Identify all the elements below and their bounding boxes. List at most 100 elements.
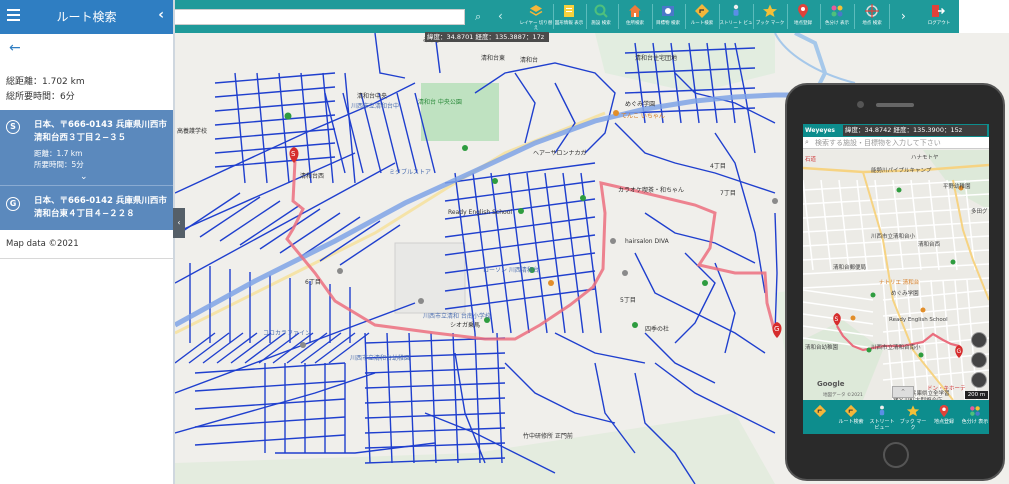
route-sign-icon	[844, 403, 858, 418]
search-input[interactable]	[173, 9, 465, 25]
total-distance: 総距離：1.702 km	[6, 77, 85, 87]
start-distance: 距離：1.7 km	[34, 149, 83, 158]
top-toolbar: ⌕ ‹ レイヤー 切り替え 図形情報 表示 施設 検索 住所検索 目標物 検索 …	[173, 0, 959, 33]
toolbar-button-target[interactable]: 目標物 検索	[652, 2, 684, 32]
person-icon	[728, 3, 744, 19]
toolbar-button-note[interactable]: 図形情報 表示	[553, 2, 585, 32]
crosshair-icon	[864, 3, 880, 19]
phone-coordinates: 緯度：34.8742 経度：135.3900：15z	[843, 125, 987, 136]
map-label-mitsu: ミタブルストア	[389, 169, 432, 176]
phone-speaker	[876, 103, 914, 107]
panel-edge	[173, 0, 175, 484]
map-label-facility2: めぐみ学園	[625, 101, 656, 108]
start-duration: 所要時間：5分	[34, 160, 84, 169]
start-badge: S	[6, 120, 20, 134]
chevron-right-icon[interactable]: ›	[901, 9, 906, 23]
phone-screen: Weyeyes 緯度：34.8742 経度：135.3900：15z 検索する施…	[803, 124, 989, 434]
panel-toggle-handle[interactable]: ‹	[173, 208, 185, 238]
toolbar-button-star[interactable]: ブック マーク	[754, 2, 786, 32]
magnifier-icon	[593, 3, 609, 19]
star-icon	[906, 403, 920, 417]
toolbar-button-house[interactable]: 住所検索	[619, 2, 651, 32]
toolbar-button-label: ルート検索	[690, 21, 714, 26]
toolbar-button-label: 地点 検索	[862, 21, 882, 26]
phone-label-megumi: めぐみ学園	[891, 291, 919, 297]
phone-label-pipe: 能勢川パイプルキャンプ	[871, 168, 932, 174]
toolbar-button-label: ログアウト	[927, 21, 951, 26]
phone-location-button[interactable]	[971, 352, 987, 368]
phone-map[interactable]: S G 石道 ハナモトヤ 能勢川パイプルキャンプ 平野幼稚園 多田グ 川西市立清…	[803, 150, 989, 404]
map-label-shop2: ヘアーサロンナカガ	[533, 150, 587, 157]
map-label-chome3: 6丁目	[305, 279, 321, 286]
panel-header: ルート検索 ‹	[0, 0, 173, 34]
svg-text:S: S	[835, 316, 839, 323]
map-label-facility1: 清和台住宅団地	[635, 55, 678, 62]
toolbar-button-logout[interactable]: ログアウト	[921, 2, 957, 32]
toolbar-button-colors[interactable]: 色分け 表示	[821, 2, 853, 32]
star-icon	[762, 3, 778, 19]
phone-compass-button[interactable]	[971, 332, 987, 348]
map-label-shiga: シオガ乗馬	[450, 322, 481, 329]
goal-route-card[interactable]: G 日本、〒666-0142 兵庫県川西市清和台東４丁目４−２２８	[0, 186, 173, 230]
chevron-left-icon[interactable]: ‹	[498, 9, 503, 23]
toolbar-button-crosshair[interactable]: 地点 検索	[856, 2, 888, 32]
toolbar-button-magnifier[interactable]: 施設 検索	[585, 2, 617, 32]
panel-title: ルート検索	[56, 10, 117, 24]
toolbar-button-layers[interactable]: レイヤー 切り替え	[520, 2, 552, 32]
svg-text:S: S	[291, 150, 296, 158]
back-arrow-icon[interactable]: ←	[9, 40, 21, 56]
logout-icon	[929, 3, 946, 19]
toolbar-button-person[interactable]: ストリート ビュー	[720, 2, 752, 32]
map-label-gakko: 高養護学校	[177, 128, 208, 135]
svg-text:G: G	[957, 348, 962, 355]
phone-button-route-sign[interactable]: ルート検索	[836, 402, 866, 432]
phone-camera	[857, 101, 864, 108]
phone-label-naite: ナトリエ 清和台	[879, 280, 920, 286]
toolbar-button-label: ストリート ビュー	[719, 21, 753, 31]
map-label-chome2: 5丁目	[620, 297, 636, 304]
goal-badge: G	[6, 197, 20, 211]
phone-label-school: 川西市立清和台小	[871, 234, 916, 240]
collapse-panel-icon[interactable]: ‹	[158, 7, 164, 23]
map-label-lawson: ローソン 川西清和台	[483, 267, 539, 274]
person-icon	[875, 403, 889, 417]
toolbar-button-pin[interactable]: 地点登録	[787, 2, 819, 32]
toolbar-separator	[889, 4, 890, 29]
route-sign-icon	[813, 403, 827, 418]
phone-label-school2: 清和台西	[918, 242, 941, 248]
phone-label-ready: Ready English School	[889, 317, 948, 323]
map-label-chuo: 清和台中央	[357, 93, 388, 100]
toolbar-button-label: 施設 検索	[591, 21, 611, 26]
phone-label-jhs: 川西市立清和台南小	[871, 345, 921, 351]
phone-button-pin[interactable]: 地点登録	[929, 402, 959, 432]
route-sign-icon	[694, 3, 710, 19]
target-icon	[660, 3, 676, 19]
phone-search-input[interactable]: 検索する施設・目標物を入力して下さい	[803, 137, 989, 149]
phone-label-kids: 清和台幼稚園	[805, 345, 839, 351]
map-label-shop1: カラオケ喫茶・和ちゃん	[618, 187, 685, 194]
pin-icon	[795, 3, 811, 19]
toolbar-button-route-sign[interactable]: ルート検索	[686, 2, 718, 32]
phone-button-person[interactable]: ストリート ビュー	[867, 402, 897, 432]
phone-button-route-direction[interactable]	[805, 402, 835, 432]
chevron-down-icon[interactable]: ⌄	[80, 172, 88, 182]
svg-text:G: G	[774, 325, 779, 333]
phone-button-label: 色分け 表示	[961, 419, 989, 425]
phone-search-icon[interactable]: ⌕	[805, 138, 809, 147]
map-label-school1: 川西市立清和 台南小学校	[423, 313, 491, 320]
phone-button-star[interactable]: ブック マーク	[898, 402, 928, 432]
toolbar-button-label: 地点登録	[794, 21, 812, 26]
phone-topbar: Weyeyes 緯度：34.8742 経度：135.3900：15z	[803, 124, 989, 137]
app-window: ルート検索 ‹ ← 総距離：1.702 km 総所要時間：6分 S 日本、〒66…	[0, 0, 1009, 484]
phone-button-colors[interactable]: 色分け 表示	[960, 402, 989, 432]
phone-button-label: ルート検索	[838, 419, 864, 425]
phone-chevron-up-icon[interactable]: ⌃	[892, 386, 914, 398]
goal-address: 日本、〒666-0142 兵庫県川西市清和台東４丁目４−２２８	[34, 196, 167, 219]
search-icon[interactable]: ⌕	[475, 10, 487, 23]
layers-icon	[528, 3, 544, 19]
phone-label-ishi: 石道	[805, 157, 817, 163]
phone-north-button[interactable]	[971, 372, 987, 388]
phone-home-button[interactable]	[883, 442, 909, 468]
phone-google-logo: Google	[817, 380, 845, 388]
map-label-area-east: 清和台東	[481, 55, 506, 62]
